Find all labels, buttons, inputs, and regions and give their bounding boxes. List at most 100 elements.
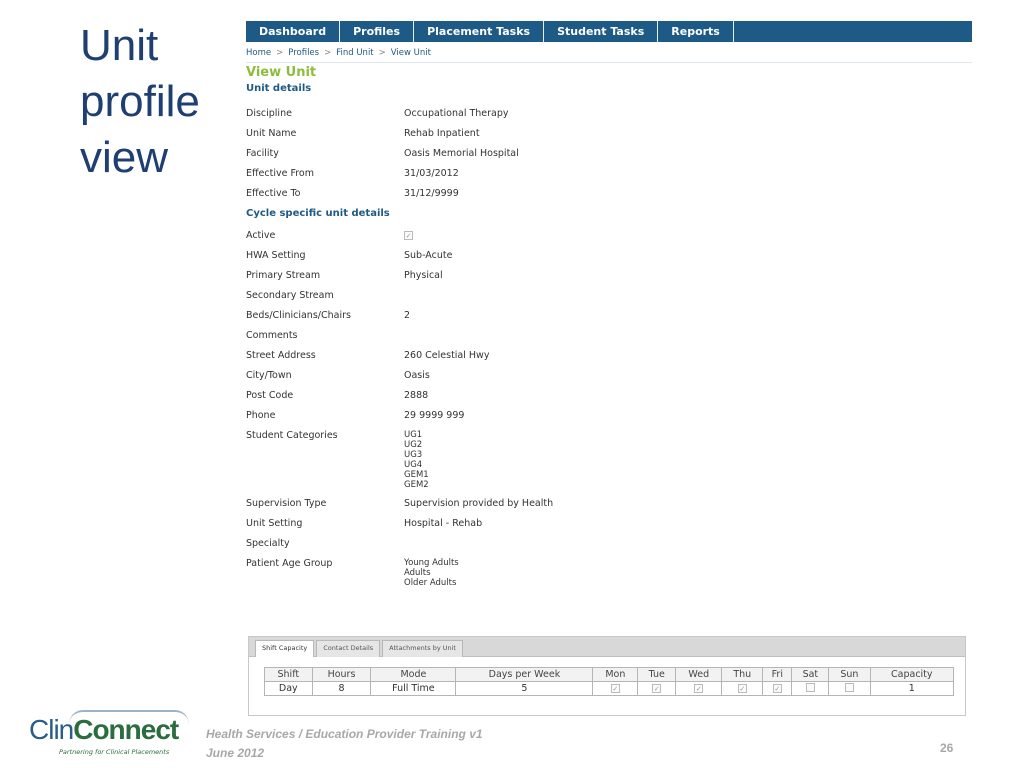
field-label: City/Town <box>246 370 292 381</box>
field-value: Hospital - Rehab <box>404 518 483 529</box>
field-label: Post Code <box>246 390 294 401</box>
cell-days-per-week: 5 <box>455 681 594 696</box>
tab-panel: Shift Capacity Contact Details Attachmen… <box>248 636 966 716</box>
shift-capacity-table: Shift Hours Mode Days per Week Mon Tue Wed Thu F… <box>264 667 955 696</box>
breadcrumb-view-unit: View Unit <box>390 48 431 58</box>
tab-shift-capacity[interactable]: Shift Capacity <box>255 640 315 657</box>
column-header-sun: Sun <box>828 667 871 682</box>
field-value: 260 Celestial Hwy <box>404 350 490 361</box>
cell-fri: ✓ <box>762 681 793 696</box>
nav-profiles[interactable]: Profiles <box>340 21 415 42</box>
field-label: Facility <box>246 148 279 159</box>
column-header-capacity: Capacity <box>869 667 955 682</box>
field-row-city-town: City/Town Oasis <box>246 370 972 382</box>
nav-student-tasks[interactable]: Student Tasks <box>544 21 659 42</box>
column-header-wed: Wed <box>675 667 723 682</box>
field-label: Unit Setting <box>246 518 303 529</box>
column-header-mode: Mode <box>370 667 457 682</box>
field-value: Supervision provided by Health <box>404 498 554 509</box>
column-header-fri: Fri <box>762 667 793 682</box>
nav-placement-tasks[interactable]: Placement Tasks <box>414 21 545 42</box>
cell-mon: ✓ <box>592 681 639 696</box>
main-nav: Dashboard Profiles Placement Tasks Stude… <box>246 21 972 42</box>
tab-attachments-by-unit[interactable]: Attachments by Unit <box>382 640 463 657</box>
logo-text-connect: Connect <box>73 714 179 745</box>
breadcrumb-separator-icon: > <box>324 48 332 58</box>
field-value: Oasis <box>404 370 430 381</box>
field-row-effective-to: Effective To 31/12/9999 <box>246 188 972 200</box>
logo-tagline: Partnering for Clinical Placements <box>59 748 170 756</box>
cell-sun <box>828 681 871 696</box>
cell-tue: ✓ <box>637 681 677 696</box>
nav-dashboard[interactable]: Dashboard <box>246 21 341 42</box>
table-header-row: Shift Hours Mode Days per Week Mon Tue Wed Thu F… <box>264 667 955 682</box>
footer-text: Health Services / Education Provider Tra… <box>206 725 483 763</box>
field-row-unit-setting: Unit Setting Hospital - Rehab <box>246 518 972 530</box>
cell-hours: 8 <box>311 681 372 696</box>
checkmark-icon: ✓ <box>610 684 620 693</box>
cell-wed: ✓ <box>675 681 723 696</box>
field-value: Rehab Inpatient <box>404 128 480 139</box>
checkmark-icon: ✓ <box>694 684 704 693</box>
logo-text-clin: Clin <box>29 714 74 745</box>
field-label: Primary Stream <box>246 270 321 281</box>
field-row-facility: Facility Oasis Memorial Hospital <box>246 148 972 160</box>
field-label: Student Categories <box>246 430 338 441</box>
field-value: Sub-Acute <box>404 250 453 261</box>
cell-thu: ✓ <box>721 681 764 696</box>
field-value: UG1 UG2 UG3 UG4 GEM1 GEM2 <box>404 430 429 490</box>
field-row-discipline: Discipline Occupational Therapy <box>246 108 972 120</box>
column-header-tue: Tue <box>637 667 677 682</box>
checkmark-icon: ✓ <box>772 684 782 693</box>
field-row-street-address: Street Address 260 Celestial Hwy <box>246 350 972 362</box>
field-label: Secondary Stream <box>246 290 334 301</box>
field-label: Active <box>246 230 276 241</box>
empty-checkbox-icon <box>805 682 815 692</box>
nav-reports[interactable]: Reports <box>658 21 734 42</box>
field-label: Specialty <box>246 538 290 549</box>
field-row-primary-stream: Primary Stream Physical <box>246 270 972 282</box>
field-row-beds-clinicians-chairs: Beds/Clinicians/Chairs 2 <box>246 310 972 322</box>
app-window: Dashboard Profiles Placement Tasks Stude… <box>246 21 972 596</box>
breadcrumb-profiles[interactable]: Profiles <box>288 48 319 62</box>
empty-checkbox-icon <box>844 682 854 692</box>
cycle-details-list: Active ✓ HWA Setting Sub-Acute Primary Strea… <box>246 230 972 588</box>
field-label: Effective From <box>246 168 315 179</box>
column-header-thu: Thu <box>721 667 764 682</box>
field-label: Unit Name <box>246 128 297 139</box>
slide-title: Unit profile view <box>80 21 200 182</box>
checkmark-icon: ✓ <box>404 231 413 240</box>
field-label: Discipline <box>246 108 292 119</box>
cell-capacity: 1 <box>869 681 955 696</box>
cell-mode: Full Time <box>370 681 457 696</box>
field-value: 29 9999 999 <box>404 410 465 421</box>
field-row-supervision-type: Supervision Type Supervision provided by … <box>246 498 972 510</box>
field-row-secondary-stream: Secondary Stream <box>246 290 972 302</box>
breadcrumb: Home > Profiles > Find Unit > View Unit <box>246 48 972 63</box>
field-row-hwa-setting: HWA Setting Sub-Acute <box>246 250 972 262</box>
footer-training-title: Health Services / Education Provider Tra… <box>206 727 483 741</box>
clinconnect-logo: ClinConnect Partnering for Clinical Plac… <box>29 710 199 760</box>
table-row: Day 8 Full Time 5 ✓ ✓ ✓ ✓ ✓ 1 <box>264 681 955 696</box>
section-heading-cycle-details: Cycle specific unit details <box>246 208 390 219</box>
field-value: Oasis Memorial Hospital <box>404 148 519 159</box>
column-header-mon: Mon <box>592 667 639 682</box>
tab-contact-details[interactable]: Contact Details <box>316 640 381 657</box>
field-label: Comments <box>246 330 298 341</box>
unit-details-list: Discipline Occupational Therapy Unit Name R… <box>246 108 972 200</box>
field-row-student-categories: Student Categories UG1 UG2 UG3 UG4 GEM1 G… <box>246 430 972 490</box>
field-label: Phone <box>246 410 276 421</box>
cell-sat <box>791 681 830 696</box>
breadcrumb-find-unit[interactable]: Find Unit <box>336 48 373 62</box>
field-value: Occupational Therapy <box>404 108 509 119</box>
field-value: 2 <box>404 310 411 321</box>
checkmark-icon: ✓ <box>737 684 747 693</box>
field-label: Patient Age Group <box>246 558 333 569</box>
column-header-shift: Shift <box>264 667 313 682</box>
field-row-specialty: Specialty <box>246 538 972 550</box>
column-header-hours: Hours <box>311 667 372 682</box>
field-value: 2888 <box>404 390 429 401</box>
field-value: 31/03/2012 <box>404 168 459 179</box>
breadcrumb-separator-icon: > <box>276 48 284 58</box>
breadcrumb-home[interactable]: Home <box>246 48 271 62</box>
